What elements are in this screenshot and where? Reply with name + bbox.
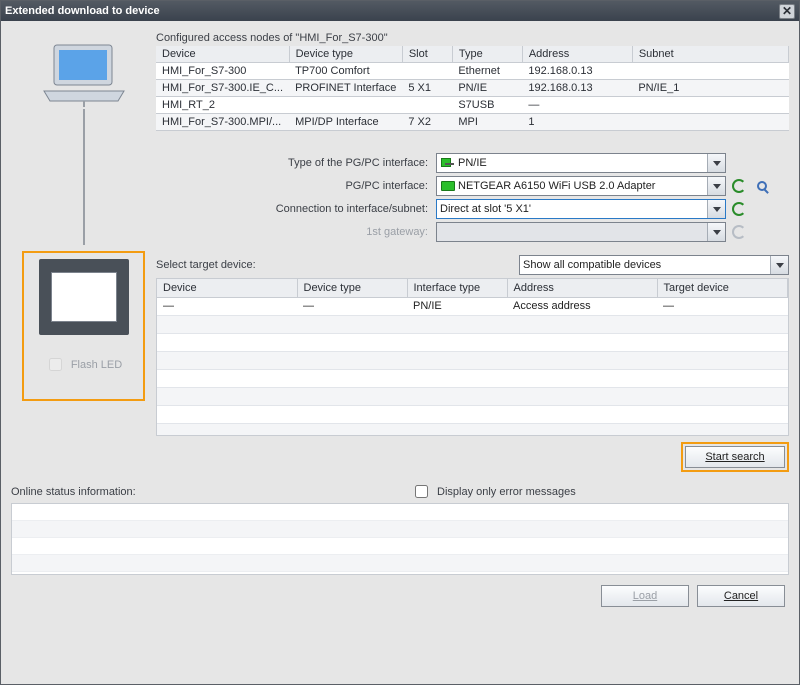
gateway-label: 1st gateway:: [156, 226, 436, 238]
target-row[interactable]: ——PN/IEAccess address—: [157, 297, 788, 315]
display-errors-label: Display only error messages: [437, 486, 576, 498]
chevron-down-icon: [707, 200, 725, 218]
node-row[interactable]: HMI_For_S7-300TP700 ComfortEthernet192.1…: [156, 63, 789, 80]
select-target-label: Select target device:: [156, 259, 519, 271]
pgpc-type-combo[interactable]: PN/IE: [436, 153, 726, 173]
column-header[interactable]: Device type: [297, 279, 407, 297]
close-icon[interactable]: ✕: [779, 4, 795, 19]
pgpc-iface-label: PG/PC interface:: [156, 180, 436, 192]
cancel-button[interactable]: Cancel: [697, 585, 785, 607]
column-header[interactable]: Address: [522, 46, 632, 63]
table-row: [157, 351, 788, 369]
column-header[interactable]: Subnet: [632, 46, 788, 63]
chevron-down-icon: [770, 256, 788, 274]
titlebar: Extended download to device ✕: [1, 1, 799, 21]
dialog-title: Extended download to device: [5, 5, 160, 17]
chevron-down-icon: [707, 177, 725, 195]
chevron-down-icon: [707, 154, 725, 172]
table-row: [157, 315, 788, 333]
node-row[interactable]: HMI_For_S7-300.MPI/...MPI/DP Interface7 …: [156, 114, 789, 131]
table-row: [157, 369, 788, 387]
extended-download-dialog: Extended download to device ✕ Configured…: [0, 0, 800, 685]
table-row: [157, 423, 788, 436]
refresh-gateway-button: [729, 222, 749, 242]
flash-led-label: Flash LED: [71, 359, 122, 371]
chevron-down-icon: [707, 223, 725, 241]
table-row: [157, 333, 788, 351]
hmi-highlight-box: Flash LED: [22, 251, 145, 401]
start-search-highlight: Start search: [681, 442, 789, 472]
status-label: Online status information:: [11, 486, 411, 498]
pnie-icon: [440, 156, 456, 170]
column-header[interactable]: Address: [507, 279, 657, 297]
column-header[interactable]: Target device: [657, 279, 788, 297]
pg-illustration-column: [11, 29, 156, 245]
gateway-combo: [436, 222, 726, 242]
load-button: Load: [601, 585, 689, 607]
start-search-button[interactable]: Start search: [685, 446, 785, 468]
target-device-table[interactable]: DeviceDevice typeInterface typeAddressTa…: [156, 278, 789, 436]
node-row[interactable]: HMI_RT_2S7USB—: [156, 97, 789, 114]
column-header[interactable]: Device type: [289, 46, 402, 63]
refresh-pgpc-button[interactable]: [729, 176, 749, 196]
device-filter-combo[interactable]: Show all compatible devices: [519, 255, 789, 275]
interface-selection: Type of the PG/PC interface: PN/IE PG/PC…: [156, 153, 789, 242]
conn-label: Connection to interface/subnet:: [156, 203, 436, 215]
column-header[interactable]: Slot: [402, 46, 452, 63]
column-header[interactable]: Device: [156, 46, 289, 63]
table-row: [157, 387, 788, 405]
node-row[interactable]: HMI_For_S7-300.IE_C...PROFINET Interface…: [156, 80, 789, 97]
adapter-icon: [440, 179, 456, 193]
column-header[interactable]: Type: [452, 46, 522, 63]
hmi-panel-icon: [39, 259, 129, 335]
configured-nodes-caption: Configured access nodes of "HMI_For_S7-3…: [156, 32, 789, 44]
detect-pgpc-button[interactable]: [752, 176, 772, 196]
conn-combo[interactable]: Direct at slot '5 X1': [436, 199, 726, 219]
pgpc-type-label: Type of the PG/PC interface:: [156, 157, 436, 169]
status-log[interactable]: [11, 503, 789, 575]
connection-line-icon: [83, 109, 85, 245]
flash-led-checkbox: [49, 358, 62, 371]
pgpc-iface-combo[interactable]: NETGEAR A6150 WiFi USB 2.0 Adapter: [436, 176, 726, 196]
display-errors-checkbox[interactable]: [415, 485, 428, 498]
laptop-icon: [40, 41, 128, 107]
table-row: [157, 405, 788, 423]
column-header[interactable]: Interface type: [407, 279, 507, 297]
refresh-conn-button[interactable]: [729, 199, 749, 219]
configured-nodes-table: DeviceDevice typeSlotTypeAddressSubnet H…: [156, 46, 789, 131]
column-header[interactable]: Device: [157, 279, 297, 297]
